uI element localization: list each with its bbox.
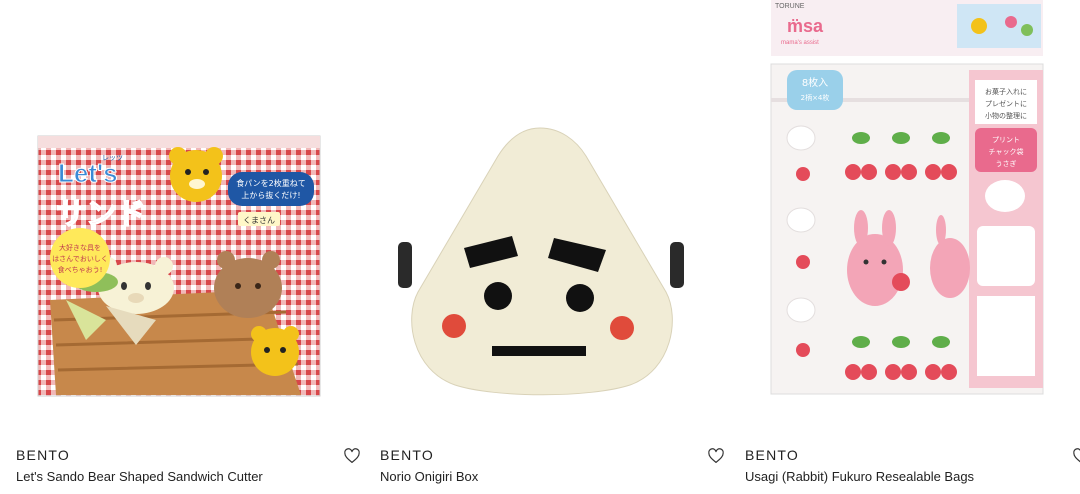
product-title[interactable]: Usagi (Rabbit) Fukuro Resealable Bags [745, 469, 974, 484]
svg-text:m̈sa: m̈sa [787, 16, 824, 36]
product-brand: BENTO [745, 447, 799, 463]
svg-text:チャック袋: チャック袋 [989, 147, 1024, 156]
svg-text:TORUNE: TORUNE [775, 3, 805, 10]
svg-text:2柄×4枚: 2柄×4枚 [801, 93, 830, 102]
sandwich-cutter-package-image: 食パンを2枚重ねて 上から抜くだけ! くまさん Let's サンド レッツ 大好… [37, 135, 321, 397]
product-title[interactable]: Let's Sando Bear Shaped Sandwich Cutter [16, 469, 263, 484]
product-image[interactable]: TORUNE m̈sa mama's assist 8枚入 2柄×4枚 お菓子入… [745, 0, 1080, 420]
wishlist-heart-icon[interactable] [1072, 447, 1080, 465]
product-card[interactable]: TORUNE m̈sa mama's assist 8枚入 2柄×4枚 お菓子入… [745, 0, 1080, 494]
svg-text:プレゼントに: プレゼントに [985, 99, 1027, 108]
svg-text:mama's assist: mama's assist [781, 40, 819, 46]
svg-text:Let's: Let's [58, 158, 118, 188]
svg-text:大好きな具を: 大好きな具を [59, 243, 101, 252]
svg-text:食パンを2枚重ねて: 食パンを2枚重ねて [236, 178, 306, 188]
product-brand: BENTO [16, 447, 70, 463]
rabbit-bags-package-image: TORUNE m̈sa mama's assist 8枚入 2柄×4枚 お菓子入… [770, 0, 1044, 395]
wishlist-heart-icon[interactable] [343, 447, 361, 465]
product-image[interactable] [380, 0, 725, 420]
svg-text:はさんでおいしく: はさんでおいしく [52, 255, 108, 263]
product-brand: BENTO [380, 447, 434, 463]
wishlist-heart-icon[interactable] [707, 447, 725, 465]
product-grid: 食パンを2枚重ねて 上から抜くだけ! くまさん Let's サンド レッツ 大好… [0, 0, 1080, 494]
svg-text:プリント: プリント [992, 136, 1020, 144]
product-card[interactable]: BENTO Norio Onigiri Box [380, 0, 725, 494]
onigiri-box-image [398, 127, 684, 396]
svg-text:上から抜くだけ!: 上から抜くだけ! [241, 190, 300, 200]
svg-text:サンド: サンド [56, 197, 146, 232]
svg-text:食べちゃおう!: 食べちゃおう! [58, 265, 103, 274]
product-title[interactable]: Norio Onigiri Box [380, 469, 478, 484]
svg-text:お菓子入れに: お菓子入れに [985, 87, 1027, 96]
svg-text:くまさん: くまさん [243, 216, 275, 225]
svg-text:8枚入: 8枚入 [802, 76, 828, 89]
product-card[interactable]: 食パンを2枚重ねて 上から抜くだけ! くまさん Let's サンド レッツ 大好… [16, 0, 361, 494]
svg-text:うさぎ: うさぎ [996, 159, 1017, 168]
product-image[interactable]: 食パンを2枚重ねて 上から抜くだけ! くまさん Let's サンド レッツ 大好… [16, 0, 361, 420]
svg-text:小物の整理に: 小物の整理に [985, 111, 1027, 120]
svg-text:レッツ: レッツ [102, 154, 123, 162]
